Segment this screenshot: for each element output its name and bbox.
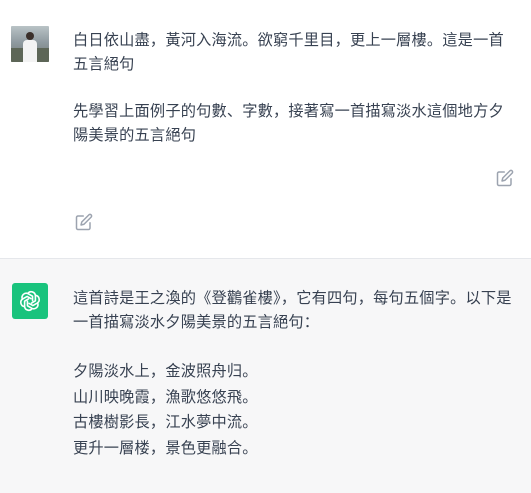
edit-message-icon[interactable]: [496, 169, 514, 187]
poem-line: 山川映晚霞，漁歌悠悠飛。: [73, 387, 258, 406]
user-message-text-1: 白日依山盡，黃河入海流。欲窮千里目，更上一層樓。這是一首五言絕句: [73, 31, 504, 73]
poem-line: 夕陽淡水上，金波照舟归。: [73, 362, 258, 380]
user-message-text-2: 先學習上面例子的句數、字數，接著寫一首描寫淡水這個地方夕陽美景的五言絕句: [73, 102, 504, 144]
assistant-avatar: [12, 283, 48, 319]
poem-line: 古樓樹影長，江水夢中流。: [73, 413, 258, 432]
poem-block: 夕陽淡水上，金波照舟归。 山川映晚霞，漁歌悠悠飛。 古樓樹影長，江水夢中流。 更…: [73, 359, 258, 461]
poem-line: 更升一層楼，景色更融合。: [73, 438, 258, 457]
assistant-message: 這首詩是王之渙的《登鸛雀樓》，它有四句，每句五個字。以下是一首描寫淡水夕陽美景的…: [0, 259, 531, 493]
edit-message-icon[interactable]: [75, 213, 93, 231]
assistant-message-text: 這首詩是王之渙的《登鸛雀樓》，它有四句，每句五個字。以下是一首描寫淡水夕陽美景的…: [73, 289, 512, 331]
openai-logo-icon: [20, 290, 40, 312]
user-message: 白日依山盡，黃河入海流。欲窮千里目，更上一層樓。這是一首五言絕句 先學習上面例子…: [0, 0, 531, 259]
user-avatar: [11, 26, 49, 62]
